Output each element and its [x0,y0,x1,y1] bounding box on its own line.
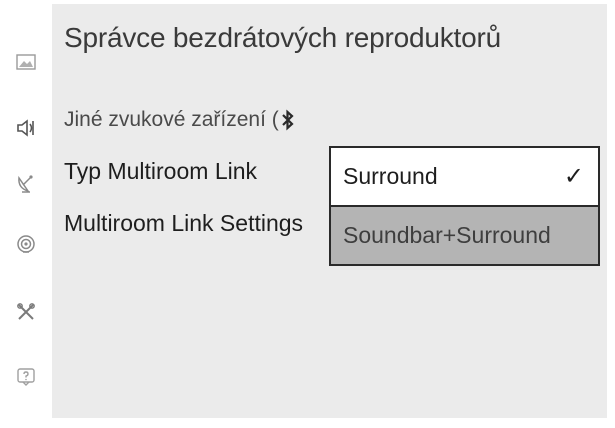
multiroom-type-dropdown: Surround ✓ Soundbar+Surround [329,146,600,266]
other-audio-device-label: Jiné zvukové zařízení ( [64,108,296,132]
tv-settings-screen: Správce bezdrátových reproduktorů Jiné z… [0,0,615,428]
satellite-dish-icon[interactable] [14,172,38,196]
speaker-icon[interactable] [14,116,38,140]
settings-sidebar [0,0,52,428]
option-surround[interactable]: Surround ✓ [331,148,598,207]
option-soundbar-surround[interactable]: Soundbar+Surround [331,207,598,264]
option-label: Surround [343,163,438,189]
multiroom-link-type-item[interactable]: Typ Multiroom Link [64,158,257,185]
subtitle-text: Jiné zvukové zařízení ( [64,108,279,131]
check-icon: ✓ [563,163,584,190]
picture-icon[interactable] [14,50,38,74]
tools-icon[interactable] [14,300,38,324]
page-title: Správce bezdrátových reproduktorů [64,22,501,53]
help-icon[interactable] [14,364,38,388]
network-icon[interactable] [14,232,38,256]
option-label: Soundbar+Surround [343,222,551,248]
bluetooth-icon [280,109,296,131]
wireless-speaker-manager-panel: Správce bezdrátových reproduktorů Jiné z… [52,4,607,418]
multiroom-link-settings-item[interactable]: Multiroom Link Settings [64,210,303,237]
